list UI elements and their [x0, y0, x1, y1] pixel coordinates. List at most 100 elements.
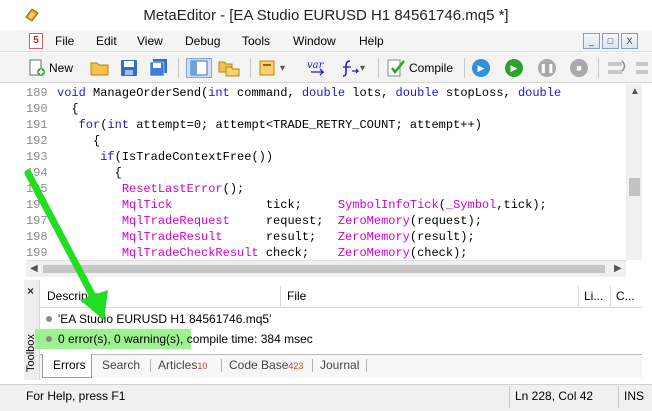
code-line[interactable]: 196 MqlTick tick; SymbolInfoTick(_Symbol… [26, 197, 547, 213]
column-divider[interactable] [280, 286, 281, 306]
folder-icon [90, 62, 109, 76]
code-token: int [107, 118, 130, 132]
code-token: _Symbol [445, 198, 497, 212]
new-button[interactable]: New [28, 58, 73, 78]
column-description[interactable]: Description [47, 289, 107, 303]
menu-help[interactable]: Help [359, 34, 384, 48]
save-all-button[interactable] [149, 58, 169, 78]
code-line[interactable]: 192 { [26, 133, 100, 149]
code-line[interactable]: 198 MqlTradeResult result; ZeroMemory(re… [26, 229, 475, 245]
insert-function-button[interactable]: ▾ [338, 58, 365, 78]
code-line[interactable]: 191 for(int attempt=0; attempt<TRADE_RET… [26, 117, 482, 133]
tab-code-base[interactable]: Code Base423 [229, 358, 303, 372]
code-token: MqlTradeRequest [121, 214, 230, 228]
status-cursor-position: Ln 228, Col 42 [515, 389, 594, 403]
column-line[interactable]: Li... [584, 289, 603, 303]
line-number: 189 [26, 86, 48, 100]
toolbar-separator [464, 58, 465, 78]
code-line[interactable]: 193 if(IsTradeContextFree()) [26, 149, 273, 165]
save-button[interactable] [120, 58, 138, 78]
restore-button[interactable]: □ [602, 33, 619, 49]
toolbox-toggle-button[interactable] [218, 58, 240, 78]
code-token: check; [258, 246, 338, 260]
line-number: 190 [26, 102, 48, 116]
code-line[interactable]: 195 ResetLastError(); [26, 181, 244, 197]
variable-icon: var [307, 60, 325, 76]
tab-articles[interactable]: Articles10 [158, 358, 207, 372]
info-dot-icon [46, 336, 52, 343]
code-editor[interactable]: 189 void ManageOrderSend(int command, dou… [26, 84, 626, 260]
column-divider[interactable] [610, 286, 611, 306]
status-help-text: For Help, press F1 [26, 389, 126, 403]
scroll-left-icon[interactable]: ◀ [30, 263, 38, 274]
dropdown-arrow-icon: ▾ [360, 62, 366, 74]
menu-debug[interactable]: Debug [185, 34, 220, 48]
var-glyph: var [307, 60, 325, 71]
editor-horizontal-scroll-thumb[interactable] [43, 265, 605, 273]
document-icon[interactable]: 5 [29, 33, 43, 49]
line-number: 199 [26, 246, 48, 260]
compile-button[interactable]: Compile [386, 58, 453, 78]
code-line[interactable]: 197 MqlTradeRequest request; ZeroMemory(… [26, 213, 482, 229]
code-token: double [517, 86, 562, 100]
info-dot-icon [46, 316, 52, 323]
stop-button[interactable]: ■ [570, 58, 588, 78]
tab-search[interactable]: Search [102, 358, 140, 372]
status-insert-mode: INS [624, 389, 645, 403]
code-line[interactable]: 189 void ManageOrderSend(int command, dou… [26, 85, 561, 101]
code-token: MqlTradeResult [121, 230, 223, 244]
close-button[interactable]: X [621, 33, 638, 49]
minimize-button[interactable]: _ [583, 33, 600, 49]
menu-window[interactable]: Window [293, 34, 336, 48]
editor-vertical-scroll-thumb[interactable] [629, 178, 640, 196]
menu-edit[interactable]: Edit [96, 34, 117, 48]
menu-file[interactable]: File [55, 34, 74, 48]
scroll-right-icon[interactable]: ▶ [614, 263, 622, 274]
articles-count-badge: 10 [197, 361, 208, 371]
code-token: ,tick); [496, 198, 547, 212]
insert-button[interactable]: ▾ [258, 58, 285, 78]
toolbox-close-icon[interactable]: × [27, 284, 34, 298]
step-into-button[interactable] [606, 58, 628, 78]
code-token: { [57, 134, 101, 148]
code-token: if [100, 150, 115, 164]
open-button[interactable] [90, 58, 110, 78]
compile-button-label: Compile [409, 61, 454, 75]
code-token: command, [229, 86, 302, 100]
menu-view[interactable]: View [137, 34, 163, 48]
tab-journal[interactable]: Journal [320, 358, 359, 372]
navigator-toggle-button[interactable] [186, 58, 212, 78]
toolbox-row-text: 'EA Studio EURUSD H1 84561746.mq5' [58, 312, 272, 326]
code-line[interactable]: 194 { [26, 165, 122, 181]
column-divider[interactable] [578, 286, 579, 306]
tab-errors[interactable]: Errors [53, 358, 86, 372]
code-token: double [395, 86, 439, 100]
step-over-button[interactable] [634, 58, 648, 78]
debug-button[interactable]: ▶ [472, 58, 490, 78]
tab-code-base-label: Code Base [229, 358, 289, 372]
toolbox-row[interactable]: 'EA Studio EURUSD H1 84561746.mq5' [40, 309, 642, 329]
code-line[interactable]: 190 { [26, 101, 79, 117]
folders-icon [218, 61, 240, 77]
status-divider [509, 386, 510, 408]
pause-button[interactable]: ❚❚ [538, 58, 556, 78]
column-file[interactable]: File [287, 289, 306, 303]
code-token: ZeroMemory [337, 246, 410, 260]
menu-tools[interactable]: Tools [242, 34, 270, 48]
insert-variable-button[interactable]: var [305, 58, 329, 78]
line-number: 195 [26, 182, 48, 196]
column-col[interactable]: C... [616, 289, 635, 303]
code-token: ResetLastError [121, 182, 223, 196]
code-base-count-badge: 423 [288, 361, 304, 371]
start-button[interactable]: ▶ [505, 58, 523, 78]
editor-vertical-scrollbar[interactable]: ▲ [626, 84, 642, 260]
code-token: (IsTradeContextFree()) [114, 150, 274, 164]
toolbar-separator [250, 58, 251, 78]
scroll-up-icon[interactable]: ▲ [630, 86, 640, 97]
toolbox-column-header [40, 284, 642, 308]
code-token: ( [438, 198, 446, 212]
code-line[interactable]: 199 MqlTradeCheckResult check; ZeroMemor… [26, 245, 467, 260]
function-icon [342, 60, 360, 77]
toolbox-row[interactable]: 0 error(s), 0 warning(s), compile time: … [40, 329, 642, 349]
